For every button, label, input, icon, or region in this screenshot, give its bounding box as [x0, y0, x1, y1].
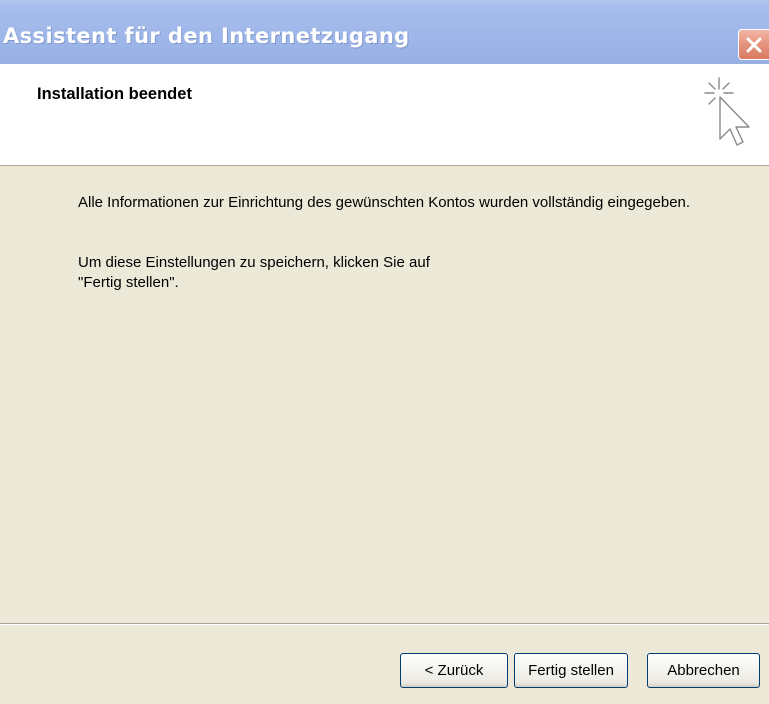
wizard-cursor-icon [704, 77, 750, 146]
close-button[interactable] [738, 29, 769, 60]
wizard-window: Assistent für den Internetzugang Install… [0, 0, 769, 704]
info-text-save-line1: Um diese Einstellungen zu speichern, kli… [78, 254, 430, 271]
page-title: Installation beendet [37, 85, 192, 103]
info-text-completed: Alle Informationen zur Einrichtung des g… [78, 194, 691, 211]
window-title: Assistent für den Internetzugang [3, 24, 410, 48]
cancel-button[interactable]: Abbrechen [647, 653, 760, 688]
info-text-save-line2: "Fertig stellen". [78, 274, 179, 291]
button-separator [0, 623, 769, 625]
close-icon [746, 37, 762, 53]
back-button[interactable]: < Zurück [400, 653, 508, 688]
finish-button[interactable]: Fertig stellen [514, 653, 628, 688]
info-text-save: Um diese Einstellungen zu speichern, kli… [78, 253, 698, 293]
wizard-header: Installation beendet [0, 64, 769, 166]
